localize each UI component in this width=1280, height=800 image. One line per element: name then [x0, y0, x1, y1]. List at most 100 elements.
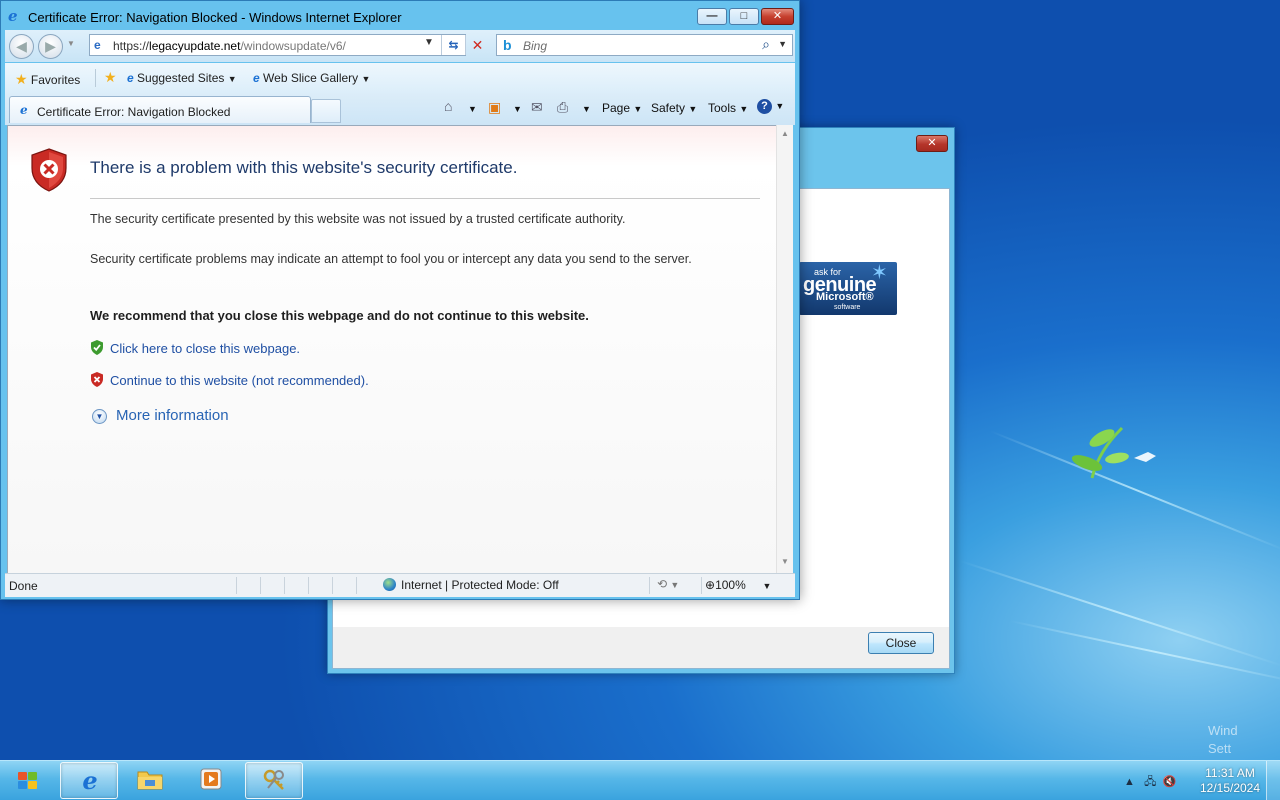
genuine-microsoft-badge[interactable]: ask for ✶ genuine Microsoft® software [799, 262, 897, 315]
chevron-down-icon: ▼ [688, 104, 698, 114]
close-webpage-link-label: Click here to close this webpage. [110, 341, 301, 356]
status-divider [236, 577, 237, 594]
tab-certificate-error[interactable]: e Certificate Error: Navigation Blocked [9, 96, 311, 123]
home-icon[interactable]: ⌂ [444, 98, 452, 114]
continue-to-website-link[interactable]: Continue to this website (not recommende… [90, 372, 369, 388]
activation-watermark: Wind Sett [1208, 722, 1238, 758]
read-mail-icon[interactable]: ✉ [531, 99, 543, 116]
folder-icon [136, 767, 164, 793]
bing-logo-icon: b [503, 37, 512, 53]
chevron-down-icon: ▼ [775, 101, 785, 111]
home-dropdown-icon[interactable]: ▼ [468, 101, 477, 115]
zoom-control[interactable]: ⊕100% ▼ [705, 578, 771, 592]
url-scheme: https:// [113, 39, 150, 53]
dialog-close-button[interactable]: Close [868, 632, 934, 654]
recommendation-text: We recommend that you close this webpage… [90, 308, 589, 323]
search-options-dropdown-icon[interactable]: ▼ [778, 39, 787, 49]
volume-muted-icon[interactable]: 🔇 [1162, 776, 1176, 788]
show-hidden-icons-icon[interactable]: ▲ [1124, 776, 1135, 788]
page-menu-label: Page [602, 101, 631, 115]
stop-icon[interactable]: ✕ [465, 35, 489, 55]
chevron-down-icon: ▼ [227, 74, 237, 84]
internet-explorer-window: e Certificate Error: Navigation Blocked … [0, 0, 800, 600]
suggested-sites-button[interactable]: e Suggested Sites ▼ [127, 71, 237, 85]
scroll-up-icon[interactable]: ▲ [781, 129, 789, 138]
wallpaper-leaves-icon [1071, 426, 1156, 479]
chevron-down-icon: ▼ [739, 104, 749, 114]
security-zone[interactable]: Internet | Protected Mode: Off [383, 578, 559, 592]
error-warning: Security certificate problems may indica… [90, 252, 692, 266]
minimize-button[interactable]: — [697, 8, 727, 25]
start-button-windows-logo-icon[interactable] [6, 764, 50, 798]
dialog-close-icon[interactable]: ✕ [916, 135, 948, 152]
favorites-button[interactable]: ★ Favorites [15, 71, 80, 88]
help-icon: ? [757, 99, 772, 114]
status-divider [332, 577, 333, 594]
show-desktop-button[interactable] [1266, 761, 1280, 800]
status-bar: Done Internet | Protected Mode: Off ⟲ ▼ … [5, 573, 795, 597]
status-divider [260, 577, 261, 594]
status-divider [356, 577, 357, 594]
safety-menu[interactable]: Safety ▼ [651, 101, 697, 115]
status-divider [284, 577, 285, 594]
print-icon[interactable]: ⎙ [557, 99, 568, 116]
close-webpage-link[interactable]: Click here to close this webpage. [90, 340, 300, 356]
web-slice-gallery-button[interactable]: e Web Slice Gallery ▼ [253, 71, 370, 85]
url-path: /windowsupdate/v6/ [240, 39, 346, 53]
add-to-favorites-icon[interactable]: ★ [104, 69, 117, 86]
favorites-label: Favorites [30, 73, 81, 87]
network-icon[interactable]: 🖧 [1144, 776, 1156, 788]
compatibility-icon[interactable]: ⟲ ▼ [657, 577, 679, 591]
refresh-icon[interactable]: ⇆ [441, 35, 465, 55]
search-placeholder: Bing [523, 39, 548, 53]
close-window-button[interactable]: ✕ [761, 8, 794, 25]
taskbar-media-player[interactable] [182, 762, 240, 799]
search-box[interactable]: b Bing ⌕ ▼ [496, 34, 793, 56]
suggested-sites-icon: e [127, 71, 134, 85]
print-dropdown-icon[interactable]: ▼ [582, 101, 591, 115]
forward-arrow-icon[interactable]: ▶ [38, 34, 63, 59]
page-content: There is a problem with this website's s… [7, 125, 776, 573]
new-tab-button[interactable] [311, 99, 341, 123]
more-information-toggle[interactable]: ▼ More information [92, 407, 229, 424]
web-slice-icon: e [253, 71, 260, 85]
help-menu[interactable]: ? ▼ [757, 98, 784, 114]
tools-menu-label: Tools [708, 101, 737, 115]
more-information-label: More information [116, 407, 229, 424]
tools-menu[interactable]: Tools ▼ [708, 101, 748, 115]
wallpaper-streak [959, 560, 1280, 668]
feeds-dropdown-icon[interactable]: ▼ [513, 101, 522, 115]
watermark-line2: Sett [1208, 741, 1232, 756]
maximize-button[interactable]: □ [729, 8, 759, 25]
divider [95, 69, 96, 87]
status-divider [308, 577, 309, 594]
tab-row: e Certificate Error: Navigation Blocked … [5, 93, 795, 125]
taskbar-file-explorer[interactable] [121, 762, 179, 799]
taskbar-keys-app[interactable] [245, 762, 303, 799]
keys-icon [261, 768, 289, 794]
taskbar: e ▲ 🖧 🔇 11:31 AM 12/15/2024 [0, 760, 1280, 800]
tab-page-icon: e [20, 103, 28, 117]
clock-date: 12/15/2024 [1199, 781, 1261, 795]
status-divider [701, 577, 702, 594]
continue-link-label: Continue to this website (not recommende… [110, 373, 369, 388]
tab-title: Certificate Error: Navigation Blocked [37, 105, 231, 119]
navigation-bar: ◀ ▶ ▼ e https://legacyupdate.net/windows… [5, 30, 795, 62]
recent-pages-dropdown-icon[interactable]: ▼ [67, 39, 75, 48]
safety-menu-label: Safety [651, 101, 686, 115]
clock[interactable]: 11:31 AM 12/15/2024 [1196, 766, 1264, 796]
feeds-icon[interactable]: ▣ [488, 99, 501, 116]
address-bar[interactable]: e https://legacyupdate.net/windowsupdate… [89, 34, 483, 56]
ie-logo-icon: e [8, 7, 18, 25]
search-icon[interactable]: ⌕ [762, 36, 770, 53]
genuine-line3: Microsoft® [816, 291, 874, 303]
status-divider [649, 577, 650, 594]
vertical-scrollbar[interactable]: ▲ ▼ [776, 125, 793, 573]
scroll-down-icon[interactable]: ▼ [781, 557, 789, 566]
taskbar-internet-explorer[interactable]: e [60, 762, 118, 799]
address-dropdown-icon[interactable]: ▼ [424, 37, 434, 48]
back-arrow-icon[interactable]: ◀ [9, 34, 34, 59]
page-menu[interactable]: Page ▼ [602, 101, 642, 115]
title-bar[interactable]: e Certificate Error: Navigation Blocked … [1, 1, 799, 31]
expand-chevron-icon: ▼ [92, 409, 107, 424]
